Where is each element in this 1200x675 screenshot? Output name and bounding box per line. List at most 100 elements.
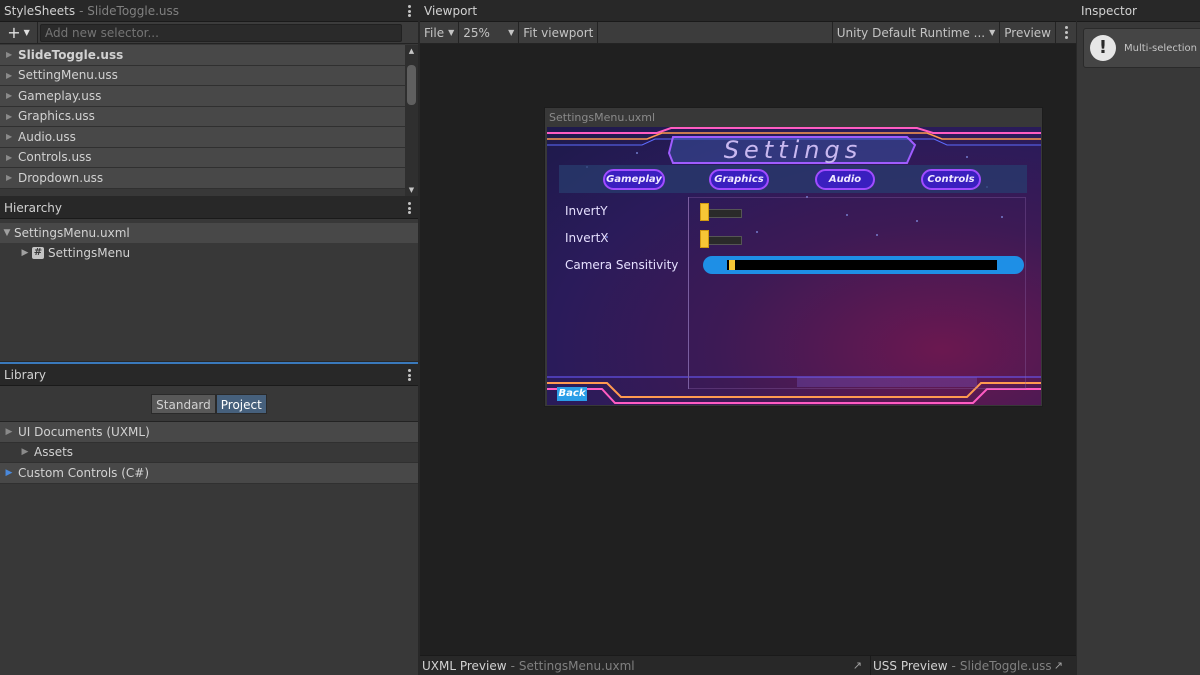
expand-arrow-icon[interactable]: ▶ [18, 248, 32, 258]
library-folder-row[interactable]: ▶ Assets [0, 443, 418, 463]
tab-audio[interactable]: Audio [815, 169, 875, 190]
preview-bar: UXML Preview - SettingsMenu.uxml ↗ USS P… [420, 655, 1076, 675]
tab-standard[interactable]: Standard [151, 394, 216, 414]
library-category-row[interactable]: ▶ UI Documents (UXML) [0, 422, 418, 443]
add-selector-input[interactable] [40, 23, 402, 42]
theme-label: Unity Default Runtime ... [836, 25, 986, 40]
hierarchy-child-label: SettingsMenu [48, 246, 131, 260]
zoom-dropdown[interactable]: 25% ▼ [459, 21, 520, 44]
stylesheet-item[interactable]: ▶ Graphics.uss [0, 106, 405, 127]
invert-y-toggle[interactable] [700, 203, 742, 221]
hierarchy-header: Hierarchy [0, 197, 418, 219]
stylesheets-subtitle: - SlideToggle.uss [79, 3, 180, 18]
library-header: Library [0, 364, 418, 386]
stylesheet-item[interactable]: ▶ SlideToggle.uss [0, 45, 405, 66]
preview-toggle[interactable]: Preview [1000, 21, 1056, 44]
stylesheets-title: StyleSheets [4, 3, 76, 18]
inspector-help-box: ! Multi-selection e [1083, 28, 1200, 68]
collapse-arrow-icon[interactable]: ▼ [0, 228, 14, 238]
viewport-panel: Viewport File ▼ 25% ▼ Fit viewport Unity D… [420, 0, 1076, 675]
document-label: SettingsMenu.uxml [549, 111, 656, 124]
options-panel [688, 197, 1026, 389]
add-stylesheet-button[interactable]: + ▼ [0, 21, 38, 44]
scroll-up-icon[interactable]: ▲ [405, 45, 418, 57]
slider-handle[interactable] [729, 260, 735, 270]
library-folder-label: Assets [34, 445, 74, 460]
chevron-down-icon: ▼ [448, 28, 455, 37]
expand-arrow-icon[interactable]: ▶ [6, 112, 18, 121]
expand-arrow-icon[interactable]: ▶ [6, 132, 18, 141]
stylesheets-scrollbar[interactable]: ▲ ▼ [405, 45, 418, 196]
library-title: Library [4, 367, 46, 382]
theme-dropdown[interactable]: Unity Default Runtime ... ▼ [831, 21, 1001, 44]
chevron-down-icon: ▼ [989, 28, 996, 37]
expand-arrow-icon[interactable]: ▶ [6, 50, 18, 59]
inspector-title: Inspector [1081, 3, 1137, 18]
library-category-row[interactable]: ▶ Custom Controls (C#) [0, 463, 418, 484]
uxml-preview-label: UXML Preview [422, 658, 507, 673]
library-menu-icon[interactable] [406, 368, 412, 382]
expand-arrow-icon[interactable]: ▶ [6, 153, 18, 162]
invert-x-toggle[interactable] [700, 230, 742, 248]
library-category-label: Custom Controls (C#) [18, 465, 150, 480]
inspector-message: Multi-selection e [1124, 42, 1200, 54]
hierarchy-child-row[interactable]: ▶ # SettingsMenu [0, 243, 418, 263]
stylesheet-item-label: Dropdown.uss [18, 170, 104, 185]
zoom-label: 25% [463, 25, 490, 40]
viewport-canvas[interactable]: SettingsMenu.uxml Settings Gameplay Grap… [420, 44, 1076, 655]
hierarchy-root-label: SettingsMenu.uxml [14, 226, 130, 240]
uss-preview-tab[interactable]: USS Preview - SlideToggle.uss ↗ [870, 655, 1076, 675]
tab-graphics[interactable]: Graphics [709, 169, 769, 190]
tab-controls[interactable]: Controls [921, 169, 981, 190]
viewport-header: Viewport [420, 0, 1076, 22]
tab-project[interactable]: Project [215, 394, 267, 414]
library-category-label: UI Documents (UXML) [18, 424, 150, 439]
uxml-preview-tab[interactable]: UXML Preview - SettingsMenu.uxml ↗ [420, 656, 870, 675]
settings-menu-preview[interactable]: Settings Gameplay Graphics Audio Control… [547, 127, 1041, 405]
hierarchy-root-row[interactable]: ▼ SettingsMenu.uxml [0, 223, 418, 243]
stylesheets-active-file: SlideToggle.uss [87, 3, 180, 18]
document-frame[interactable]: SettingsMenu.uxml Settings Gameplay Grap… [544, 107, 1043, 407]
stylesheet-item-label: Audio.uss [18, 129, 76, 144]
stylesheet-item[interactable]: ▶ Gameplay.uss [0, 86, 405, 107]
stylesheets-header: StyleSheets - SlideToggle.uss [0, 0, 418, 22]
hierarchy-menu-icon[interactable] [406, 201, 412, 215]
external-link-icon[interactable]: ↗ [853, 659, 862, 672]
uss-preview-label: USS Preview [873, 658, 948, 673]
expand-arrow-icon[interactable]: ▶ [0, 468, 18, 478]
option-camera-sensitivity-label: Camera Sensitivity [565, 258, 679, 272]
stylesheets-panel: StyleSheets - SlideToggle.uss +▼ ▶SlideT… [0, 0, 418, 196]
viewport-menu-icon[interactable] [1056, 22, 1076, 44]
toggle-knob [700, 230, 709, 248]
stylesheets-menu-icon[interactable] [406, 4, 412, 18]
back-button[interactable]: Back [557, 387, 587, 401]
stylesheet-item[interactable]: ▶ Controls.uss [0, 147, 405, 168]
inspector-header: Inspector [1077, 0, 1200, 22]
uss-preview-file: SlideToggle.uss [959, 658, 1052, 673]
stylesheet-item[interactable]: ▶ Audio.uss [0, 127, 405, 148]
expand-arrow-icon[interactable]: ▶ [6, 173, 18, 182]
hierarchy-panel: Hierarchy ▼ SettingsMenu.uxml ▶ # Settin… [0, 197, 418, 361]
stylesheet-item-label: Gameplay.uss [18, 88, 102, 103]
stylesheet-item[interactable]: ▶ SettingMenu.uss [0, 65, 405, 86]
expand-arrow-icon[interactable]: ▶ [6, 91, 18, 100]
stylesheets-toolbar: + ▼ [0, 21, 418, 44]
chevron-down-icon: ▼ [23, 28, 30, 37]
expand-arrow-icon[interactable]: ▶ [16, 447, 34, 457]
fit-viewport-button[interactable]: Fit viewport [519, 21, 599, 44]
library-tabs: Standard Project [0, 386, 418, 422]
file-menu-button[interactable]: File ▼ [420, 21, 460, 44]
tab-gameplay[interactable]: Gameplay [603, 169, 665, 190]
camera-sensitivity-slider[interactable] [703, 256, 1024, 274]
expand-arrow-icon[interactable]: ▶ [0, 427, 18, 437]
inspector-panel: Inspector ! Multi-selection e [1077, 0, 1200, 675]
viewport-toolbar: File ▼ 25% ▼ Fit viewport Unity Default Ru… [420, 21, 1076, 44]
external-link-icon[interactable]: ↗ [1054, 659, 1063, 672]
stylesheets-list: ▶ SlideToggle.uss ▶ SettingMenu.uss ▶ Gamep… [0, 45, 405, 192]
scroll-down-icon[interactable]: ▼ [405, 184, 418, 196]
expand-arrow-icon[interactable]: ▶ [6, 71, 18, 80]
scrollbar-thumb[interactable] [407, 65, 416, 105]
stylesheet-item[interactable]: ▶ Dropdown.uss [0, 168, 405, 189]
settings-title: Settings [723, 136, 863, 164]
plus-icon: + [7, 23, 21, 42]
